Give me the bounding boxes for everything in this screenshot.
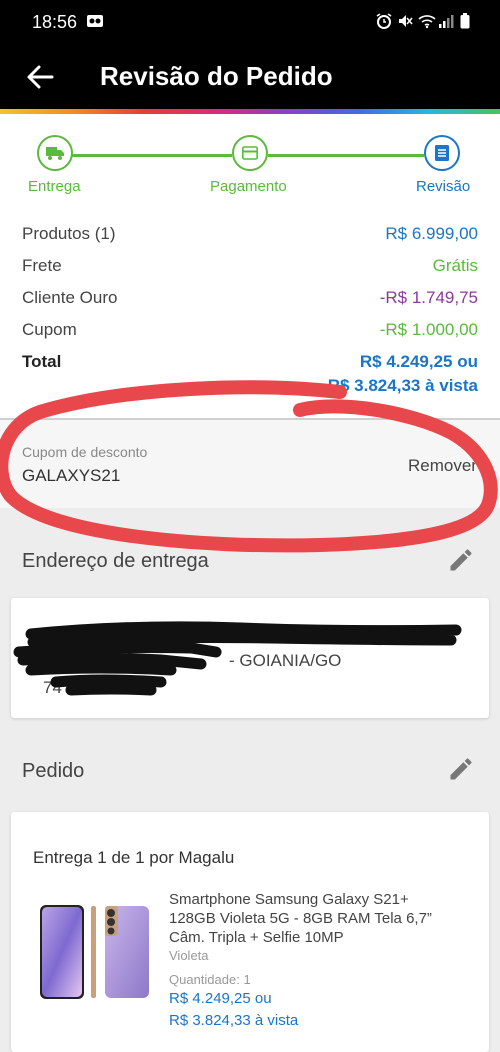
mute-icon bbox=[399, 15, 413, 27]
status-time: 18:56 bbox=[32, 12, 78, 32]
total-installments: R$ 4.249,25 ou bbox=[359, 352, 478, 371]
product-quantity: Quantidade: 1 bbox=[169, 972, 251, 987]
address-section-title: Endereço de entrega bbox=[22, 550, 209, 572]
coupon-box: Cupom de desconto GALAXYS21 Remover bbox=[0, 420, 500, 508]
order-section-title: Pedido bbox=[22, 760, 85, 782]
step-delivery[interactable] bbox=[37, 135, 73, 171]
products-label: Produtos (1) bbox=[22, 224, 116, 243]
wifi-icon bbox=[418, 15, 436, 29]
step-connector bbox=[72, 154, 232, 157]
step-label-review: Revisão bbox=[416, 178, 471, 195]
step-payment[interactable] bbox=[232, 135, 268, 171]
step-review[interactable] bbox=[424, 135, 460, 171]
app-bar: Revisão do Pedido bbox=[0, 45, 500, 109]
summary-row-shipping: Frete Grátis bbox=[22, 256, 478, 276]
document-icon bbox=[435, 145, 449, 161]
checkout-stepper: Entrega Pagamento Revisão bbox=[0, 114, 500, 218]
product-name[interactable]: Smartphone Samsung Galaxy S21+ 128GB Vio… bbox=[169, 890, 459, 947]
signal-icon bbox=[439, 15, 454, 28]
coupon-value: -R$ 1.000,00 bbox=[379, 320, 478, 339]
status-bar: 18:56 bbox=[0, 0, 500, 45]
summary-row-gold-client: Cliente Ouro -R$ 1.749,75 bbox=[22, 288, 478, 308]
back-arrow-icon[interactable] bbox=[24, 61, 56, 93]
coupon-label: Cupom bbox=[22, 320, 77, 339]
summary-row-coupon: Cupom -R$ 1.000,00 bbox=[22, 320, 478, 340]
products-value: R$ 6.999,00 bbox=[385, 224, 478, 243]
product-price-cash: R$ 3.824,33 à vista bbox=[169, 1012, 299, 1029]
edit-order-pencil-icon[interactable] bbox=[447, 755, 475, 783]
gold-client-value: -R$ 1.749,75 bbox=[379, 288, 478, 307]
address-card[interactable]: - GOIANIA/GO 74 bbox=[11, 598, 489, 718]
product-price-installments: R$ 4.249,25 ou bbox=[169, 990, 272, 1007]
summary-row-products: Produtos (1) R$ 6.999,00 bbox=[22, 224, 478, 244]
remove-coupon-button[interactable]: Remover bbox=[408, 456, 477, 476]
step-label-delivery: Entrega bbox=[28, 178, 81, 195]
shipping-label: Frete bbox=[22, 256, 62, 275]
shipping-value: Grátis bbox=[432, 256, 478, 275]
product-color: Violeta bbox=[169, 948, 209, 963]
step-label-payment: Pagamento bbox=[210, 178, 287, 195]
total-cash: R$ 3.824,33 à vista bbox=[327, 376, 478, 395]
gold-client-label: Cliente Ouro bbox=[22, 288, 118, 307]
step-connector bbox=[268, 154, 424, 157]
edit-address-pencil-icon[interactable] bbox=[447, 546, 475, 574]
product-image bbox=[40, 905, 149, 999]
order-summary: Produtos (1) R$ 6.999,00 Frete Grátis Cl… bbox=[0, 218, 500, 418]
notification-icon bbox=[87, 15, 103, 27]
coupon-field-label: Cupom de desconto bbox=[22, 444, 148, 460]
delivery-header: Entrega 1 de 1 por Magalu bbox=[33, 848, 235, 867]
coupon-code: GALAXYS21 bbox=[22, 466, 121, 485]
total-label: Total bbox=[22, 352, 62, 371]
alarm-icon bbox=[376, 13, 392, 29]
order-card: Entrega 1 de 1 por Magalu Smartphone Sam… bbox=[11, 812, 489, 1052]
truck-icon bbox=[46, 147, 64, 160]
credit-card-icon bbox=[242, 146, 258, 160]
battery-icon bbox=[460, 13, 470, 29]
page-title: Revisão do Pedido bbox=[100, 61, 333, 91]
redaction-scribble bbox=[13, 621, 462, 696]
